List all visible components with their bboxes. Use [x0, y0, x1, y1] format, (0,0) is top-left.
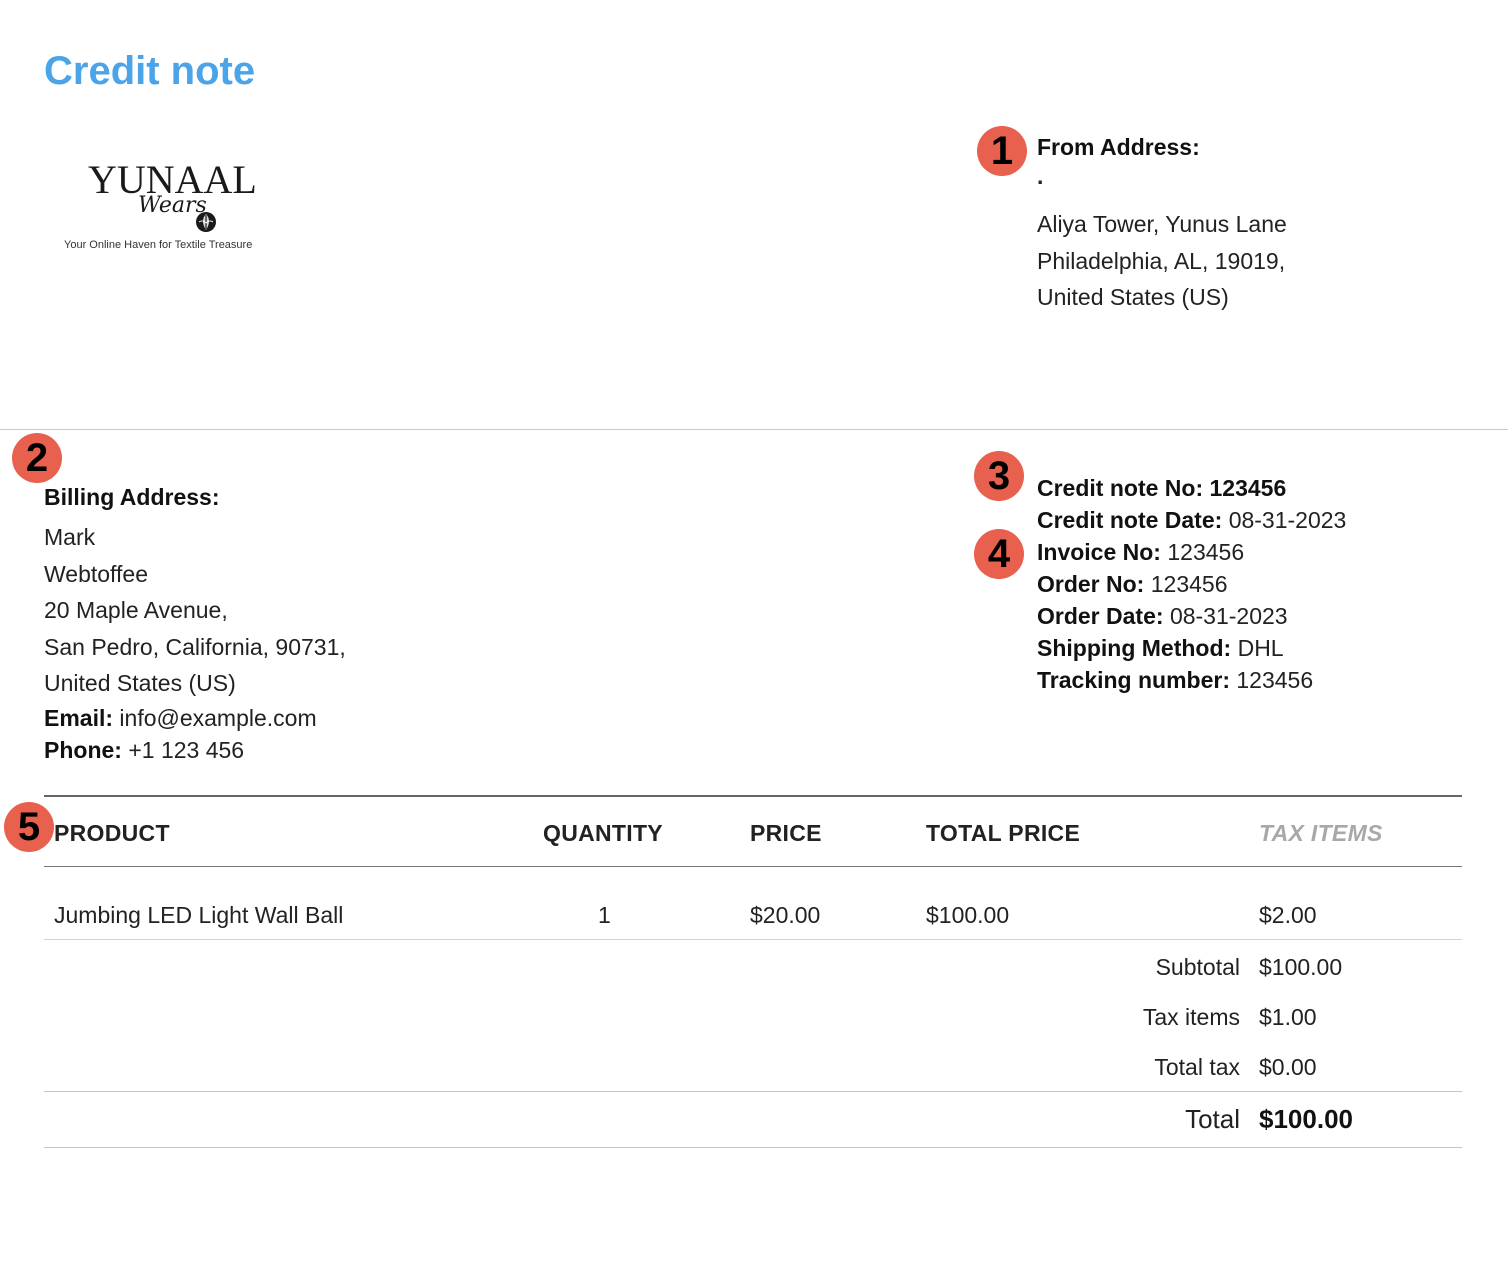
tax-items-value: $1.00	[1259, 1004, 1317, 1030]
cell-tax-items: $2.00	[1259, 902, 1317, 928]
billing-email-value: info@example.com	[119, 704, 317, 731]
subtotal-value: $100.00	[1259, 954, 1343, 980]
from-address-name: .	[1037, 163, 1044, 189]
annotation-marker-5: 5	[4, 802, 54, 852]
annotation-marker-4: 4	[974, 529, 1024, 579]
from-address-line: United States (US)	[1037, 284, 1229, 310]
order-number: Order No: 123456	[1037, 568, 1346, 600]
page-title: Credit note	[44, 49, 256, 93]
order-number-value: 123456	[1150, 571, 1228, 597]
column-header-product: PRODUCT	[54, 820, 170, 846]
credit-note-number-label: Credit note No:	[1037, 475, 1204, 501]
billing-address-block: Billing Address: Mark Webtoffee 20 Maple…	[44, 480, 346, 766]
column-header-price: PRICE	[750, 820, 822, 846]
total-value: $100.00	[1259, 1104, 1353, 1134]
from-address-line: Aliya Tower, Yunus Lane	[1037, 211, 1287, 237]
credit-note-date: Credit note Date: 08-31-2023	[1037, 504, 1346, 536]
order-date-label: Order Date:	[1037, 603, 1164, 629]
subtotal-label: Subtotal	[1155, 954, 1240, 980]
shipping-method-label: Shipping Method:	[1037, 635, 1232, 661]
order-date-value: 08-31-2023	[1169, 603, 1288, 629]
billing-address-line: Webtoffee	[44, 560, 149, 587]
annotation-marker-1: 1	[977, 126, 1027, 176]
billing-address-line: 20 Maple Avenue,	[44, 597, 228, 623]
invoice-number: Invoice No: 123456	[1037, 536, 1346, 568]
total-bottom-border	[44, 1147, 1462, 1148]
order-date: Order Date: 08-31-2023	[1037, 600, 1346, 632]
from-address-heading: From Address:	[1037, 134, 1200, 160]
billing-phone: Phone: +1 123 456	[44, 734, 346, 766]
billing-address-line: United States (US)	[44, 670, 236, 696]
credit-note-meta: Credit note No: 123456 Credit note Date:…	[1037, 472, 1346, 696]
tax-items-label: Tax items	[1142, 1004, 1240, 1030]
billing-email: Email: info@example.com	[44, 702, 346, 734]
billing-phone-label: Phone:	[44, 736, 122, 763]
billing-email-label: Email:	[44, 704, 114, 731]
column-header-quantity: QUANTITY	[543, 820, 663, 846]
credit-note-number-value: 123456	[1209, 475, 1287, 501]
section-divider	[0, 429, 1508, 430]
tracking-number-value: 123456	[1236, 667, 1314, 693]
column-header-total-price: TOTAL PRICE	[926, 820, 1081, 846]
tracking-number: Tracking number: 123456	[1037, 664, 1346, 696]
from-address-line: Philadelphia, AL, 19019,	[1037, 247, 1286, 274]
logo-tagline: Your Online Haven for Textile Treasure	[64, 239, 253, 251]
row-divider	[44, 939, 1462, 940]
company-logo: YUNAAL Wears Your Online Haven for Texti…	[60, 158, 280, 258]
total-top-border	[44, 1091, 1462, 1092]
shipping-method-value: DHL	[1237, 635, 1284, 661]
billing-phone-value: +1 123 456	[128, 736, 245, 763]
shipping-method: Shipping Method: DHL	[1037, 632, 1346, 664]
credit-note-number: Credit note No: 123456	[1037, 472, 1346, 504]
leaf-emblem-icon	[196, 212, 216, 232]
total-label: Total	[1185, 1104, 1240, 1134]
order-number-label: Order No:	[1037, 571, 1145, 597]
cell-product: Jumbing LED Light Wall Ball	[54, 902, 344, 928]
table-top-border	[44, 795, 1462, 797]
invoice-number-label: Invoice No:	[1037, 539, 1161, 565]
from-address-block: From Address: . Aliya Tower, Yunus Lane …	[1037, 130, 1287, 316]
billing-address-heading: Billing Address:	[44, 484, 220, 510]
cell-price: $20.00	[750, 902, 821, 928]
billing-address-line: San Pedro, California, 90731,	[44, 633, 346, 660]
cell-total-price: $100.00	[926, 902, 1010, 928]
cell-quantity: 1	[598, 902, 611, 928]
credit-note-page: Credit note YUNAAL Wears Your Online Hav…	[0, 0, 1508, 1264]
billing-address-line: Mark	[44, 524, 96, 550]
table-header-border	[44, 866, 1462, 867]
tracking-number-label: Tracking number:	[1037, 667, 1230, 693]
total-tax-label: Total tax	[1154, 1054, 1240, 1080]
annotation-marker-3: 3	[974, 451, 1024, 501]
credit-note-date-label: Credit note Date:	[1037, 507, 1223, 533]
credit-note-date-value: 08-31-2023	[1228, 507, 1347, 533]
invoice-number-value: 123456	[1167, 539, 1245, 565]
column-header-tax-items: TAX ITEMS	[1259, 820, 1383, 846]
total-tax-value: $0.00	[1259, 1054, 1317, 1080]
annotation-marker-2: 2	[12, 433, 62, 483]
